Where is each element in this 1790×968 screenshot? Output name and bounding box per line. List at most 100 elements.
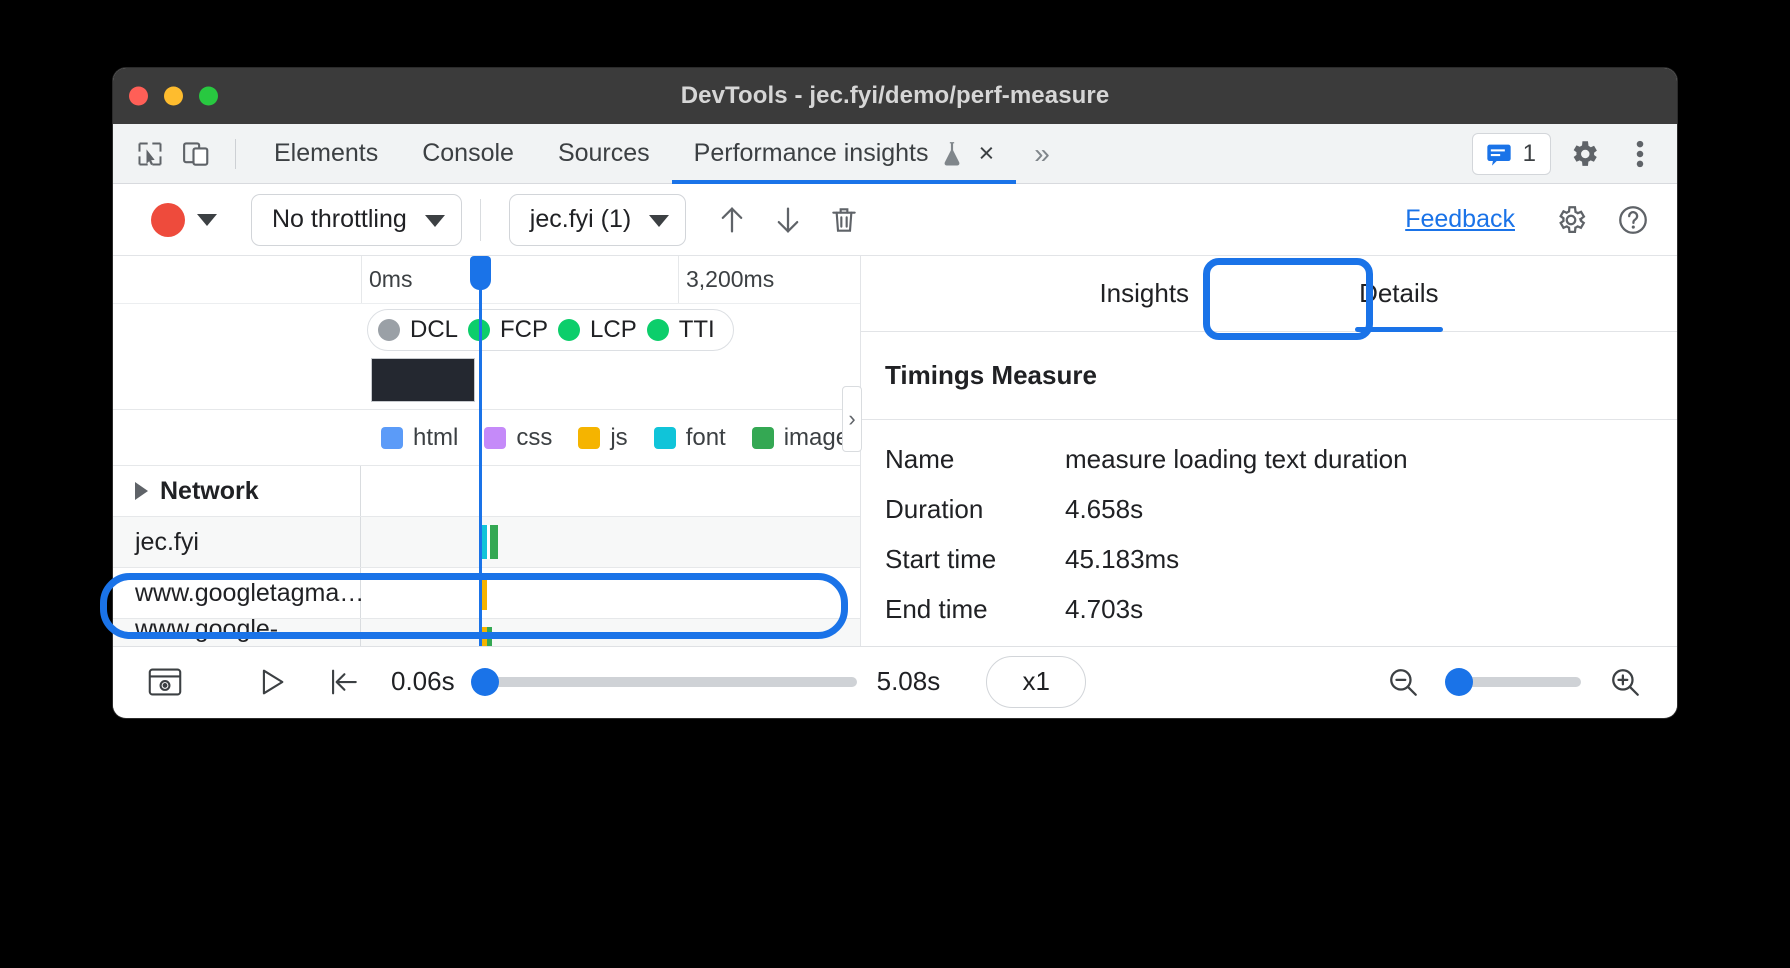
zoom-slider[interactable]	[1447, 677, 1581, 687]
legend-swatch-js	[578, 427, 600, 449]
upload-icon[interactable]	[704, 192, 760, 248]
close-window-button[interactable]	[129, 87, 148, 106]
network-row[interactable]: www.googletagma…	[113, 568, 860, 618]
play-icon[interactable]	[243, 654, 299, 710]
network-request-bar[interactable]	[481, 525, 498, 559]
legend-item-image: image	[752, 424, 849, 452]
details-pane: › Insights Details Timings Measure Name …	[861, 256, 1677, 646]
zoom-slider-knob[interactable]	[1445, 668, 1473, 696]
throttling-select[interactable]: No throttling	[251, 194, 462, 246]
details-value-start-time: 45.183ms	[1065, 544, 1179, 575]
feedback-link[interactable]: Feedback	[1405, 205, 1515, 234]
filmstrip-row	[113, 356, 860, 410]
network-row[interactable]: jec.fyi	[113, 517, 860, 567]
playhead[interactable]	[479, 256, 482, 646]
marker-label-dcl: DCL	[410, 316, 458, 344]
details-key-name: Name	[885, 444, 1065, 475]
lcp-marker-icon	[558, 319, 580, 341]
legend-swatch-html	[381, 427, 403, 449]
ruler-label-1: 3,200ms	[686, 266, 774, 293]
filmstrip-thumbnail[interactable]	[371, 358, 475, 402]
playback-speed-label: x1	[1022, 666, 1049, 697]
details-row-end-time: End time 4.703s	[885, 584, 1677, 634]
record-options-chevron-down-icon[interactable]	[185, 198, 229, 242]
gear-icon[interactable]	[1561, 131, 1607, 177]
network-row-label: jec.fyi	[135, 528, 199, 557]
details-key-start-time: Start time	[885, 544, 1065, 575]
target-select[interactable]: jec.fyi (1)	[509, 194, 686, 246]
time-end-label: 5.08s	[877, 666, 941, 697]
capture-settings-gear-icon[interactable]	[1543, 192, 1599, 248]
marker-label-lcp: LCP	[590, 316, 637, 344]
playback-speed-button[interactable]: x1	[986, 656, 1086, 708]
zoom-window-button[interactable]	[199, 87, 218, 106]
range-slider-knob[interactable]	[471, 668, 499, 696]
zoom-out-icon[interactable]	[1375, 654, 1431, 710]
main-body: 0ms 3,200ms DCL FCP LCP TTI	[113, 256, 1677, 646]
toolbar-right-actions: Feedback	[1405, 192, 1661, 248]
inspect-cursor-icon[interactable]	[127, 131, 173, 177]
network-row[interactable]: www.google-analyt…	[113, 619, 860, 646]
close-icon[interactable]: ×	[979, 140, 995, 167]
chevron-down-icon	[425, 205, 445, 234]
details-value-name: measure loading text duration	[1065, 444, 1408, 475]
toolbar-divider	[235, 139, 236, 169]
ruler-label-0: 0ms	[369, 266, 412, 293]
track-group-network[interactable]: Network	[113, 466, 860, 516]
record-button[interactable]	[151, 203, 185, 237]
filmstrip-icon[interactable]	[137, 654, 193, 710]
tab-insights[interactable]: Insights	[1099, 256, 1189, 332]
track-group-network-label-cell: Network	[113, 466, 361, 516]
tab-performance-insights[interactable]: Performance insights ×	[672, 124, 1017, 184]
legend-swatch-image	[752, 427, 774, 449]
experiment-flask-icon	[941, 141, 963, 167]
jump-to-start-icon[interactable]	[315, 654, 371, 710]
details-rows: Name measure loading text duration Durat…	[861, 420, 1677, 634]
network-row-label-cell: www.googletagma…	[113, 568, 361, 618]
legend-item-font: font	[654, 424, 726, 452]
track-group-network-label: Network	[160, 477, 259, 506]
network-request-bar[interactable]	[482, 627, 492, 646]
tab-details[interactable]: Details	[1359, 256, 1438, 332]
target-value: jec.fyi (1)	[530, 205, 631, 234]
legend-item-js: js	[578, 424, 627, 452]
legend-item-html: html	[381, 424, 458, 452]
legend-label-css: css	[516, 424, 552, 452]
tab-console-label: Console	[422, 139, 514, 168]
kebab-menu-icon[interactable]	[1617, 131, 1663, 177]
more-tabs-icon[interactable]: »	[1016, 138, 1066, 170]
tab-console[interactable]: Console	[400, 124, 536, 184]
legend-label-font: font	[686, 424, 726, 452]
tab-elements-label: Elements	[274, 139, 378, 168]
console-messages-button[interactable]: 1	[1472, 133, 1551, 175]
details-heading: Timings Measure	[861, 332, 1677, 420]
legend-label-html: html	[413, 424, 458, 452]
network-row-label: www.google-analyt…	[135, 615, 360, 646]
download-icon[interactable]	[760, 192, 816, 248]
dcl-marker-icon	[378, 319, 400, 341]
network-legend-row: html css js font	[113, 410, 860, 466]
minimize-window-button[interactable]	[164, 87, 183, 106]
tab-sources[interactable]: Sources	[536, 124, 672, 184]
trash-icon[interactable]	[816, 192, 872, 248]
chevron-right-icon[interactable]	[135, 482, 148, 500]
marker-label-fcp: FCP	[500, 316, 548, 344]
network-row-label: www.googletagma…	[135, 579, 364, 608]
legend-swatch-font	[654, 427, 676, 449]
network-request-bar[interactable]	[482, 576, 487, 610]
chevron-down-icon	[649, 205, 669, 234]
playhead-handle[interactable]	[470, 256, 491, 290]
timing-markers[interactable]: DCL FCP LCP TTI	[367, 309, 734, 351]
help-icon[interactable]	[1605, 192, 1661, 248]
timeline-pane: 0ms 3,200ms DCL FCP LCP TTI	[113, 256, 861, 646]
tab-elements[interactable]: Elements	[252, 124, 400, 184]
timeline-range-slider[interactable]	[475, 677, 857, 687]
device-toolbar-icon[interactable]	[173, 131, 219, 177]
collapse-sidebar-chevron-right-icon[interactable]: ›	[842, 386, 862, 452]
details-value-duration: 4.658s	[1065, 494, 1143, 525]
details-row-duration: Duration 4.658s	[885, 484, 1677, 534]
screenshot-stage: DevTools - jec.fyi/demo/perf-measure Ele…	[0, 0, 1790, 968]
toolbar-divider	[480, 199, 481, 241]
tab-performance-insights-label: Performance insights	[694, 139, 929, 168]
zoom-in-icon[interactable]	[1597, 654, 1653, 710]
